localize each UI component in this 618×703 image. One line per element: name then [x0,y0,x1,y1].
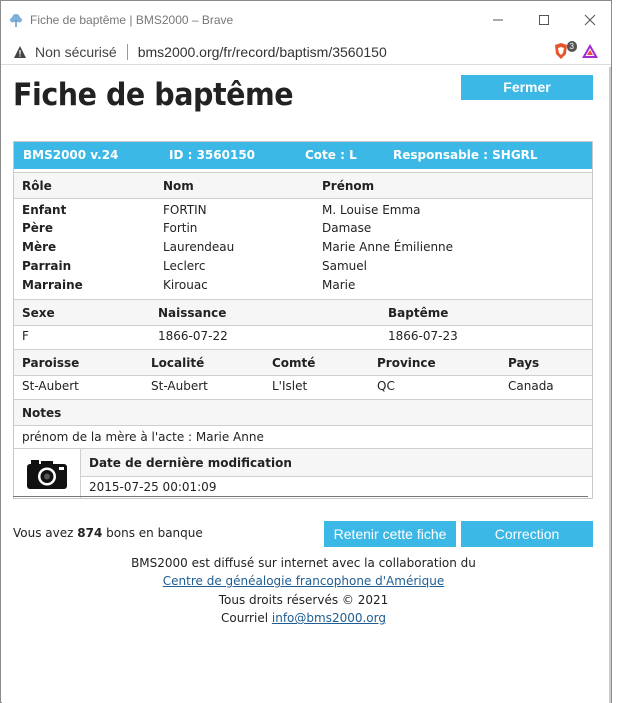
close-record-button[interactable]: Fermer [461,75,593,100]
address-bar-actions: 3 [553,41,599,60]
table-row: Parrain Leclerc Samuel [22,259,367,273]
correction-button[interactable]: Correction [461,521,593,547]
maximize-button[interactable] [521,1,567,39]
col-sexe: Sexe [22,306,55,320]
minimize-icon [493,19,503,21]
camera-icon[interactable] [26,458,68,490]
minimize-button[interactable] [475,1,521,39]
title-bar: Fiche de baptême | BMS2000 – Brave [1,1,611,39]
record-cote: Cote : L [305,148,357,162]
col-paroisse: Paroisse [22,356,80,370]
col-localite: Localité [151,356,205,370]
notes-header: Notes [14,399,592,426]
cgfa-link[interactable]: Centre de généalogie francophone d'Améri… [163,574,444,588]
bank-count: 874 [77,526,103,540]
table-row: Père Fortin Damase [22,221,372,235]
keep-record-button[interactable]: Retenir cette fiche [324,521,456,547]
divider [13,496,588,497]
notes-label: Notes [22,406,62,420]
last-modified-value: 2015-07-25 00:01:09 [89,480,217,494]
window-close-button[interactable] [567,1,613,39]
close-icon [584,14,596,26]
warning-icon [14,45,26,58]
last-modified-section: Date de dernière modification 2015-07-25… [14,448,592,499]
col-naissance: Naissance [158,306,227,320]
footer-link-line: Centre de généalogie francophone d'Améri… [2,574,605,588]
email-link[interactable]: info@bms2000.org [272,611,386,625]
table-row: Mère Laurendeau Marie Anne Émilienne [22,240,454,254]
footer-line1: BMS2000 est diffusé sur internet avec la… [131,556,476,570]
dates-header: Sexe Naissance Baptême [14,299,592,326]
shield-count-badge: 3 [566,41,577,52]
not-secure-label[interactable]: Non sécurisé [35,44,117,60]
maximize-icon [539,15,549,25]
notes-text: prénom de la mère à l'acte : Marie Anne [22,430,264,444]
col-pays: Pays [508,356,540,370]
bank-balance: Vous avez 874 bons en banque [13,526,203,540]
last-modified-label: Date de dernière modification [89,456,292,470]
window-title: Fiche de baptême | BMS2000 – Brave [30,13,234,27]
col-bapteme: Baptême [388,306,449,320]
place-header: Paroisse Localité Comté Province Pays [14,349,592,376]
persons-header: Rôle Nom Prénom [14,172,592,199]
brave-shield-button[interactable]: 3 [553,41,577,60]
col-role: Rôle [22,179,52,193]
col-comte: Comté [272,356,316,370]
col-nom: Nom [163,179,194,193]
address-bar[interactable]: Non sécurisé bms2000.org/fr/record/bapti… [1,39,611,65]
record-id: ID : 3560150 [169,148,256,162]
browser-window: Fiche de baptême | BMS2000 – Brave Non s… [0,0,612,703]
record-card: BMS2000 v.24 ID : 3560150 Cote : L Respo… [13,141,593,499]
record-header: BMS2000 v.24 ID : 3560150 Cote : L Respo… [14,142,592,169]
table-row: F 1866-07-22 1866-07-23 [22,329,458,343]
col-province: Province [377,356,436,370]
table-row: St-Aubert St-Aubert L'Islet QC Canada [22,379,554,393]
footer-contact: Courriel info@bms2000.org [221,611,386,625]
table-row: Marraine Kirouac Marie [22,278,356,292]
url-text[interactable]: bms2000.org/fr/record/baptism/3560150 [138,44,387,60]
record-responsable: Responsable : SHGRL [393,148,538,162]
footer-copyright: Tous droits réservés © 2021 [218,593,389,607]
address-separator [126,43,128,60]
scrollbar[interactable] [609,67,611,703]
record-version: BMS2000 v.24 [23,148,119,162]
table-row: Enfant FORTIN M. Louise Emma [22,203,421,217]
app-tree-icon [10,14,22,27]
col-prenom: Prénom [322,179,375,193]
page-title: Fiche de baptême [13,77,294,113]
brave-rewards-icon[interactable] [581,42,599,60]
camera-cell [14,449,81,499]
last-modified-header: Date de dernière modification [81,449,592,477]
page-content: Fiche de baptême Fermer BMS2000 v.24 ID … [2,67,611,703]
